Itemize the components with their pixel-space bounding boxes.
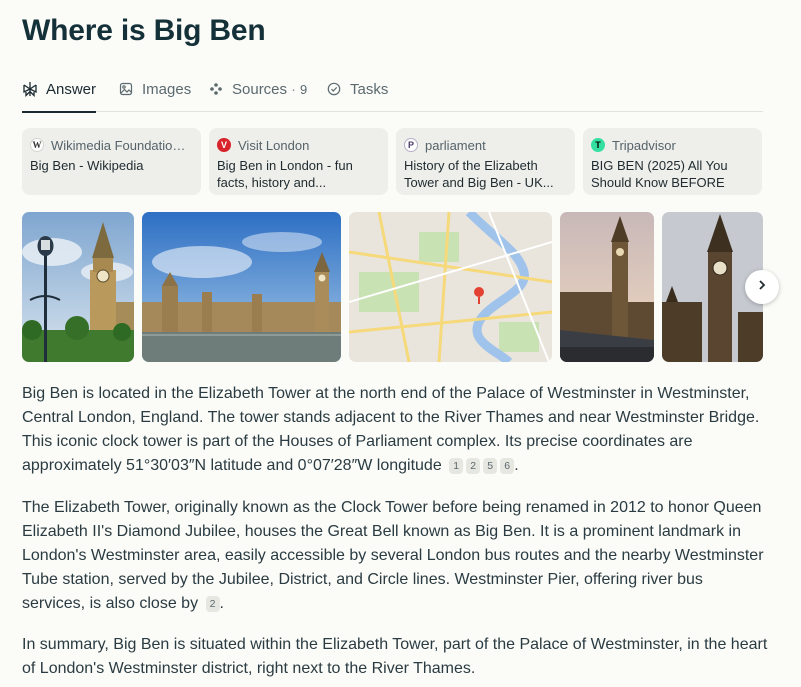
sources-icon <box>208 81 224 97</box>
tab-sources-count: 9 <box>300 81 308 97</box>
answer-paragraph-2: The Elizabeth Tower, originally known as… <box>22 496 770 616</box>
paragraph-end: . <box>219 595 224 612</box>
paragraph-end: . <box>514 457 519 474</box>
citation-badge[interactable]: 1 <box>449 458 464 474</box>
paragraph-text: In summary, Big Ben is situated within t… <box>22 636 768 677</box>
portcullis-icon: P <box>404 138 418 152</box>
image-palace-westminster[interactable] <box>142 212 341 362</box>
page-title: Where is Big Ben <box>22 14 266 47</box>
citation-badge[interactable]: 2 <box>466 458 481 474</box>
source-site: Wikimedia Foundation,... <box>51 137 192 153</box>
image-map[interactable] <box>349 212 552 362</box>
image-strip <box>22 212 763 362</box>
source-card-tripadvisor[interactable]: T Tripadvisor BIG BEN (2025) All You Sho… <box>583 128 762 195</box>
citation-badge[interactable]: 6 <box>500 458 515 474</box>
tab-tasks[interactable]: Tasks <box>326 66 388 112</box>
tab-bar: Answer Images Sources · 9 Tasks <box>22 66 763 113</box>
chevron-right-icon <box>756 278 768 296</box>
visit-london-icon: V <box>217 138 231 152</box>
source-title: BIG BEN (2025) All You Should Know BEFOR… <box>591 158 728 190</box>
paragraph-text: Big Ben is located in the Elizabeth Towe… <box>22 385 760 474</box>
tripadvisor-icon: T <box>591 138 605 152</box>
tab-sources-label: Sources <box>232 80 288 98</box>
tab-answer-label: Answer <box>46 80 97 98</box>
answer-paragraph-1: Big Ben is located in the Elizabeth Towe… <box>22 382 770 478</box>
image-icon <box>118 81 134 97</box>
paragraph-text: The Elizabeth Tower, originally known as… <box>22 499 764 612</box>
citation-badge[interactable]: 5 <box>483 458 498 474</box>
source-card-visit-london[interactable]: V Visit London Big Ben in London - fun f… <box>209 128 388 195</box>
source-title: Big Ben - Wikipedia <box>30 158 144 173</box>
image-westminster-bridge[interactable] <box>560 212 654 362</box>
source-site: Tripadvisor <box>612 137 676 153</box>
source-cards: W Wikimedia Foundation,... Big Ben - Wik… <box>22 128 763 196</box>
check-circle-icon <box>326 81 342 97</box>
tab-images[interactable]: Images <box>118 66 191 112</box>
citation-badge[interactable]: 2 <box>205 596 220 612</box>
source-site: Visit London <box>238 137 310 153</box>
perplexity-icon <box>22 81 38 97</box>
wikipedia-icon: W <box>30 138 44 152</box>
source-card-parliament[interactable]: P parliament History of the Elizabeth To… <box>396 128 575 195</box>
source-title: History of the Elizabeth Tower and Big B… <box>404 158 554 190</box>
next-images-button[interactable] <box>745 270 779 304</box>
answer-paragraph-3: In summary, Big Ben is situated within t… <box>22 633 770 681</box>
source-site: parliament <box>425 137 486 153</box>
tab-tasks-label: Tasks <box>350 80 389 98</box>
tab-separator: · <box>291 80 297 98</box>
source-card-wikipedia[interactable]: W Wikimedia Foundation,... Big Ben - Wik… <box>22 128 201 195</box>
tab-sources[interactable]: Sources · 9 <box>208 66 307 112</box>
source-title: Big Ben in London - fun facts, history a… <box>217 158 353 190</box>
image-big-ben-lamp[interactable] <box>22 212 134 362</box>
tab-images-label: Images <box>142 80 192 98</box>
tab-answer[interactable]: Answer <box>22 66 97 113</box>
